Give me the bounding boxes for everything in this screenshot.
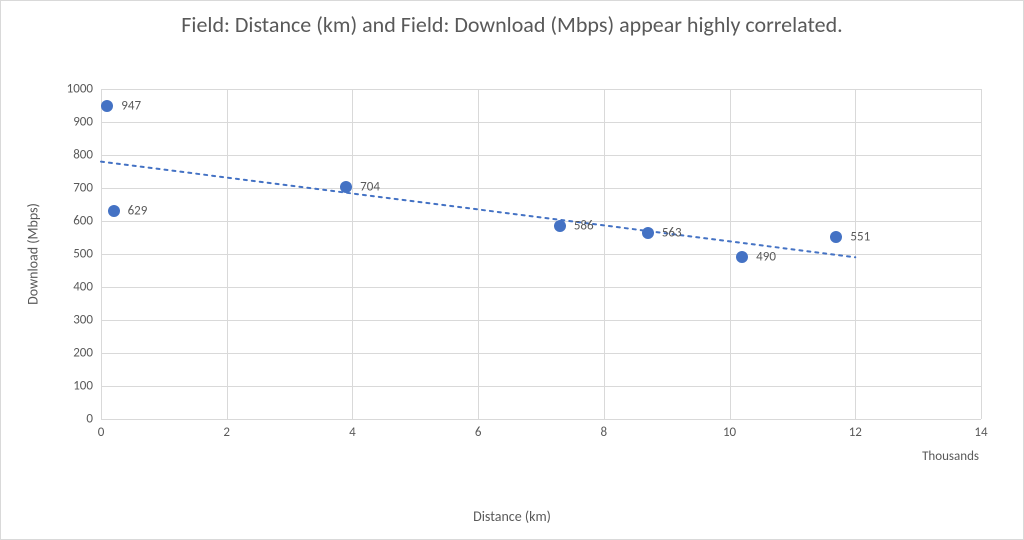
x-tick-label: 12 [849, 419, 862, 440]
x-tick-label: 0 [98, 419, 105, 440]
data-point-label: 629 [128, 204, 148, 219]
data-point-label: 947 [121, 99, 141, 114]
data-point [642, 227, 654, 239]
y-tick-label: 1000 [67, 82, 101, 97]
y-tick-label: 600 [73, 214, 101, 229]
data-point [736, 251, 748, 263]
y-tick-label: 800 [73, 148, 101, 163]
x-axis-unit: Thousands [922, 449, 979, 464]
data-point-label: 563 [662, 226, 682, 241]
x-tick-label: 6 [475, 419, 482, 440]
data-point [340, 181, 352, 193]
trendline [101, 89, 981, 419]
x-tick-label: 10 [723, 419, 736, 440]
plot-area: 0100200300400500600700800900100002468101… [101, 89, 981, 419]
data-point-label: 704 [360, 179, 380, 194]
y-tick-label: 400 [73, 280, 101, 295]
data-point-label: 586 [574, 218, 594, 233]
data-point [830, 231, 842, 243]
data-point [108, 205, 120, 217]
y-tick-label: 200 [73, 346, 101, 361]
y-tick-label: 100 [73, 379, 101, 394]
x-tick-label: 8 [601, 419, 608, 440]
x-tick-label: 2 [223, 419, 230, 440]
y-axis-label: Download (Mbps) [25, 203, 42, 305]
chart-container: Field: Distance (km) and Field: Download… [0, 0, 1024, 540]
y-tick-label: 700 [73, 181, 101, 196]
chart-title: Field: Distance (km) and Field: Download… [1, 1, 1023, 44]
y-tick-label: 300 [73, 313, 101, 328]
gridline-v [981, 89, 982, 419]
y-tick-label: 500 [73, 247, 101, 262]
data-point-label: 490 [756, 250, 776, 265]
data-point [101, 100, 113, 112]
x-axis-label: Distance (km) [473, 508, 551, 525]
data-point [554, 220, 566, 232]
data-point-label: 551 [850, 230, 870, 245]
x-tick-label: 4 [349, 419, 356, 440]
x-tick-label: 14 [974, 419, 987, 440]
y-tick-label: 900 [73, 115, 101, 130]
